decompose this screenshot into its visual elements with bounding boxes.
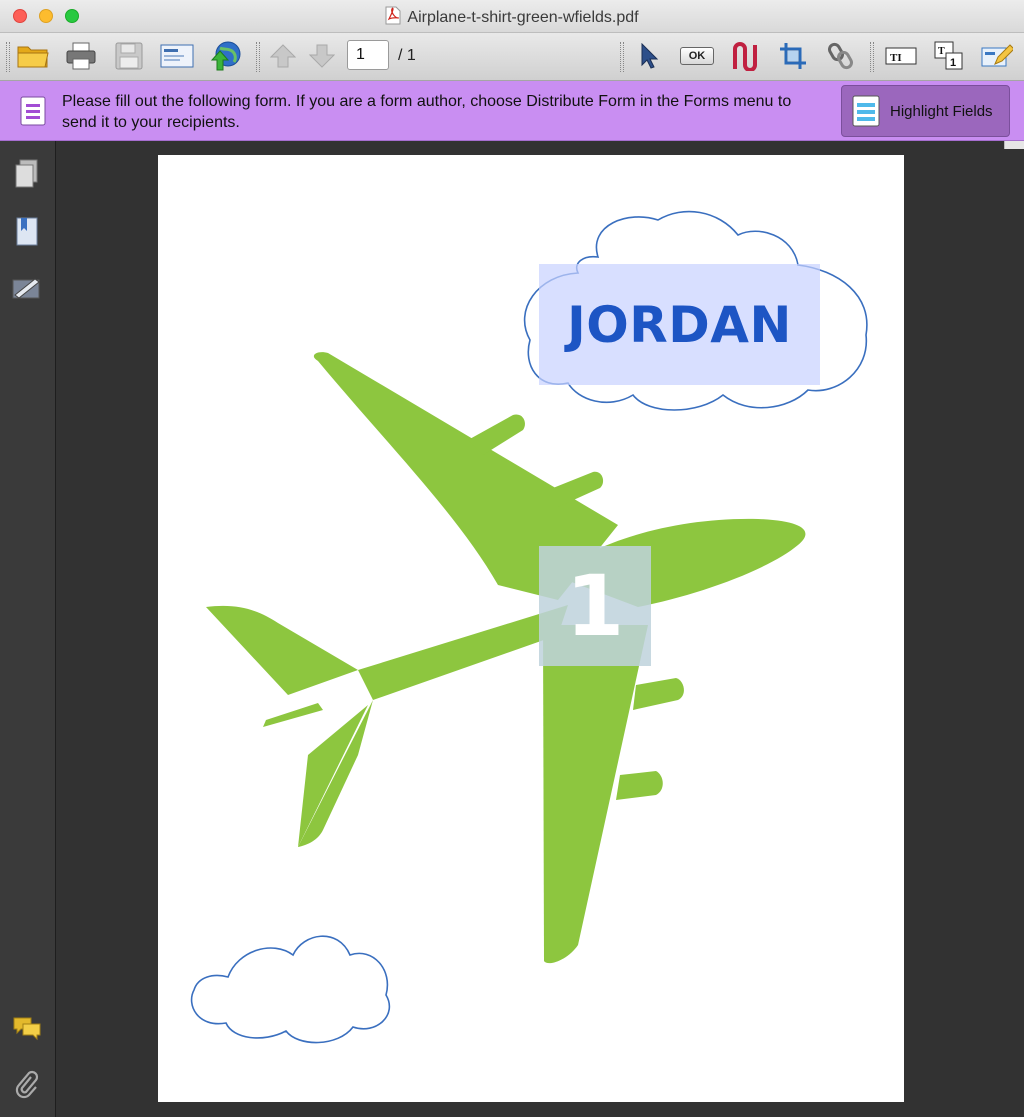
u-turn-icon: [733, 42, 757, 71]
pages-icon: [15, 159, 38, 188]
name-field-value: JORDAN: [567, 295, 792, 354]
select-tool-button[interactable]: [632, 40, 666, 72]
pencil-form-icon: [981, 44, 1013, 67]
svg-text:TI: TI: [890, 52, 902, 64]
cursor-arrow-icon: [641, 43, 659, 69]
name-form-field[interactable]: JORDAN: [539, 264, 820, 385]
upload-web-button[interactable]: [208, 40, 242, 72]
numeric-field-icon: T 1: [934, 41, 963, 70]
signatures-panel-button[interactable]: [10, 271, 44, 305]
signature-pen-icon: [12, 278, 40, 299]
toolbar-separator: [256, 42, 260, 72]
number-form-field[interactable]: 1: [539, 546, 651, 666]
paperclip-icon: [15, 1070, 39, 1099]
text-field-icon: TI: [885, 47, 917, 65]
attachments-panel-button[interactable]: [10, 1067, 44, 1101]
folder-icon: [17, 46, 49, 68]
comments-panel-button[interactable]: [10, 1011, 44, 1045]
comment-bubbles-icon: [13, 1017, 41, 1041]
highlight-fields-icon: [852, 95, 880, 127]
print-button[interactable]: [64, 40, 98, 72]
airplane: [206, 352, 806, 964]
pdf-viewer-window: Airplane-t-shirt-green-wfields.pdf 1 / 1…: [0, 0, 1024, 1117]
text-field-tool-button[interactable]: TI: [884, 40, 918, 72]
pages-panel-button[interactable]: [10, 157, 44, 191]
toolbar-grip: [6, 42, 10, 72]
pdf-page: JORDAN 1: [158, 155, 904, 1102]
link-chain-button[interactable]: [824, 40, 858, 72]
toolbar-separator-right: [620, 42, 624, 72]
svg-text:T: T: [938, 46, 945, 57]
link-tool-button[interactable]: [728, 40, 762, 72]
next-page-button[interactable]: [305, 40, 339, 72]
svg-text:1: 1: [950, 57, 956, 69]
title-bar: Airplane-t-shirt-green-wfields.pdf: [0, 0, 1024, 33]
numeric-field-tool-button[interactable]: T 1: [932, 40, 966, 72]
arrow-up-icon: [270, 44, 296, 68]
toolbar-separator-right-2: [870, 42, 874, 72]
crop-icon: [780, 43, 806, 69]
window-title: Airplane-t-shirt-green-wfields.pdf: [407, 9, 639, 26]
page-total-label: / 1: [398, 47, 416, 64]
floppy-disk-icon: [115, 42, 143, 70]
open-folder-button[interactable]: [16, 40, 50, 72]
bookmarks-panel-button[interactable]: [10, 215, 44, 249]
page-number-input[interactable]: 1: [347, 40, 389, 70]
edit-form-button[interactable]: [980, 40, 1014, 72]
highlight-fields-label: Highlight Fields: [890, 102, 993, 120]
form-instructions-text: Please fill out the following form. If y…: [62, 93, 792, 131]
scrollbar-top[interactable]: [1004, 141, 1024, 149]
cloud-bottom-left: [190, 935, 391, 1044]
window-title-wrap: Airplane-t-shirt-green-wfields.pdf: [0, 6, 1024, 27]
chain-link-icon: [828, 42, 853, 70]
envelope-icon: [160, 44, 194, 68]
arrow-down-icon: [309, 44, 335, 68]
pdf-file-icon: [385, 6, 401, 25]
globe-upload-icon: [210, 41, 241, 71]
highlight-fields-button[interactable]: Highlight Fields: [841, 85, 1010, 137]
form-button-tool[interactable]: OK: [680, 40, 714, 72]
navigation-panel: [0, 141, 56, 1117]
number-field-value: 1: [565, 557, 625, 655]
save-button[interactable]: [112, 40, 146, 72]
form-document-icon: [20, 96, 46, 126]
printer-icon: [66, 42, 96, 70]
ok-button-icon: OK: [680, 47, 714, 65]
bookmark-icon: [16, 217, 38, 246]
previous-page-button[interactable]: [266, 40, 300, 72]
email-button[interactable]: [160, 40, 194, 72]
crop-tool-button[interactable]: [776, 40, 810, 72]
